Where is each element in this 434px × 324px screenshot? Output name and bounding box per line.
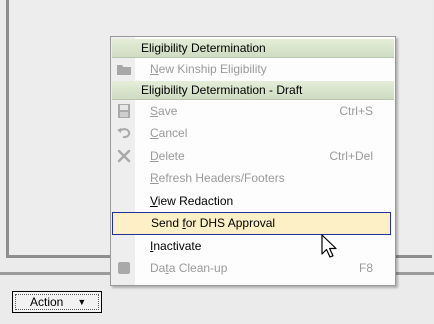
action-menu: Eligibility Determination New Kinship El… — [110, 36, 396, 286]
menu-item-send-for-dhs-approval[interactable]: Send for DHS Approval — [112, 212, 391, 235]
mouse-pointer-icon — [321, 234, 337, 258]
menu-item-save[interactable]: Save Ctrl+S — [111, 100, 395, 123]
menu-item-new-kinship-eligibility[interactable]: New Kinship Eligibility — [111, 58, 395, 81]
chevron-down-icon: ▼ — [77, 296, 87, 307]
folder-icon — [117, 65, 131, 75]
menu-item-refresh-headers-footers[interactable]: Refresh Headers/Footers — [111, 167, 395, 190]
menu-section-header-eligibility-draft: Eligibility Determination - Draft — [112, 80, 394, 100]
action-button[interactable]: Action ▼ — [12, 291, 102, 313]
shortcut-save: Ctrl+S — [339, 103, 373, 118]
undo-icon — [117, 128, 131, 139]
menu-item-inactivate[interactable]: Inactivate — [111, 235, 395, 258]
shortcut-data-clean-up: F8 — [358, 261, 373, 275]
menu-item-cancel[interactable]: Cancel — [111, 122, 395, 145]
menu-item-data-clean-up[interactable]: Data Clean-up F8 — [111, 257, 395, 280]
delete-x-icon — [117, 149, 131, 162]
save-disk-icon — [118, 103, 130, 118]
menu-item-delete[interactable]: Delete Ctrl+Del — [111, 145, 395, 168]
menu-item-view-redaction[interactable]: View Redaction — [111, 190, 395, 213]
square-icon — [118, 262, 130, 274]
action-button-label: Action — [30, 295, 64, 309]
shortcut-delete: Ctrl+Del — [329, 148, 373, 163]
menu-section-header-eligibility: Eligibility Determination — [112, 39, 394, 58]
